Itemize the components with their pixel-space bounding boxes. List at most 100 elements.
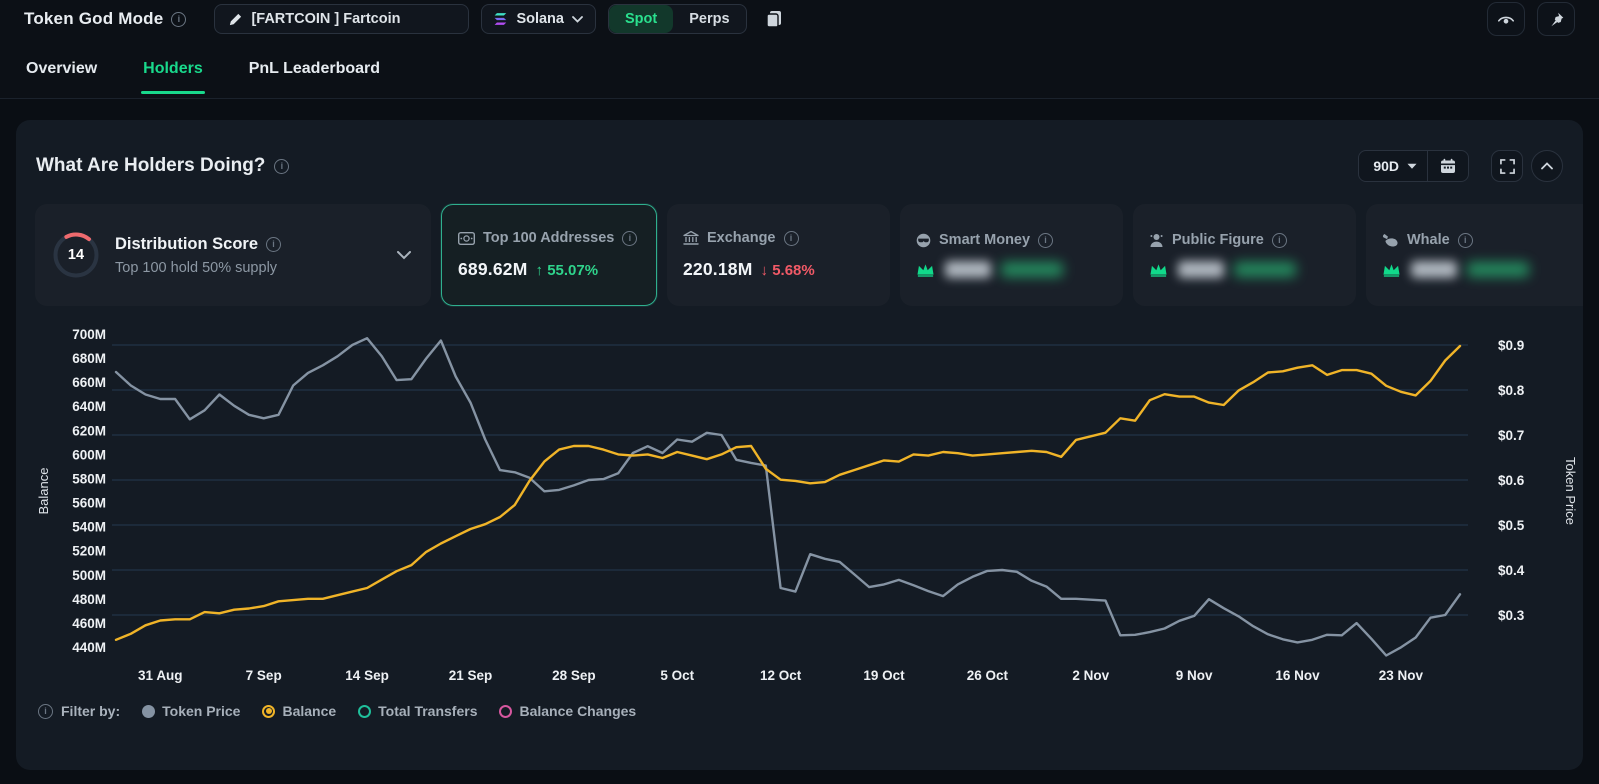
svg-text:$0.6: $0.6 xyxy=(1498,473,1525,488)
info-icon[interactable]: i xyxy=(274,159,289,174)
holders-chart-svg[interactable]: $0.9$0.8$0.7$0.6$0.5$0.4$0.3700M680M660M… xyxy=(32,314,1583,692)
chart-filter-legend: i Filter by: Token Price Balance Total T… xyxy=(32,703,1567,719)
blurred-value xyxy=(1178,261,1224,278)
info-icon[interactable]: i xyxy=(171,12,186,27)
market-type-switch: Spot Perps xyxy=(608,4,747,34)
token-field-value: [FARTCOIN ] Fartcoin xyxy=(251,11,400,27)
legend-item-balance-changes[interactable]: Balance Changes xyxy=(499,703,636,719)
svg-text:19 Oct: 19 Oct xyxy=(863,668,905,683)
eye-icon xyxy=(1497,12,1515,26)
watchlist-button[interactable] xyxy=(1487,2,1525,36)
svg-text:12 Oct: 12 Oct xyxy=(760,668,802,683)
collapse-button[interactable] xyxy=(1531,150,1563,182)
fullscreen-button[interactable] xyxy=(1491,150,1523,182)
holder-stat-cards: 14 Distribution Score i Top 100 hold 50%… xyxy=(32,204,1567,306)
distribution-score-value: 14 xyxy=(51,230,101,280)
calendar-button[interactable] xyxy=(1428,158,1468,174)
svg-text:660M: 660M xyxy=(72,375,106,390)
svg-text:460M: 460M xyxy=(72,616,106,631)
exchange-card[interactable]: Exchange i 220.18M ↓ 5.68% xyxy=(667,204,890,306)
bank-icon xyxy=(683,231,699,245)
info-icon[interactable]: i xyxy=(1038,233,1053,248)
timeframe-value: 90D xyxy=(1373,158,1399,174)
svg-text:640M: 640M xyxy=(72,399,106,414)
svg-text:$0.7: $0.7 xyxy=(1498,428,1524,443)
card-label: Smart Money xyxy=(939,232,1030,248)
copy-icon[interactable] xyxy=(759,4,789,34)
info-icon[interactable]: i xyxy=(784,231,799,246)
chevron-down-icon[interactable] xyxy=(397,251,411,260)
distribution-score-card[interactable]: 14 Distribution Score i Top 100 hold 50%… xyxy=(35,204,431,306)
tab-pnl-leaderboard[interactable]: PnL Leaderboard xyxy=(247,42,382,94)
svg-text:28 Sep: 28 Sep xyxy=(552,668,596,683)
tab-holders[interactable]: Holders xyxy=(141,42,205,94)
card-label: Public Figure xyxy=(1172,232,1264,248)
cash-icon xyxy=(458,232,475,245)
svg-text:$0.5: $0.5 xyxy=(1498,518,1525,533)
svg-text:26 Oct: 26 Oct xyxy=(967,668,1009,683)
blurred-change xyxy=(1234,262,1296,277)
blurred-value xyxy=(1411,261,1457,278)
chain-select[interactable]: Solana xyxy=(481,4,596,34)
card-change: ↑ 55.07% xyxy=(536,262,599,279)
crown-icon xyxy=(916,262,935,277)
token-search-field[interactable]: [FARTCOIN ] Fartcoin xyxy=(214,4,469,34)
distribution-score-gauge: 14 xyxy=(51,230,101,280)
legend-item-balance[interactable]: Balance xyxy=(262,703,336,719)
blurred-change xyxy=(1467,262,1529,277)
info-icon[interactable]: i xyxy=(266,237,281,252)
spot-tab[interactable]: Spot xyxy=(609,5,673,33)
perps-tab[interactable]: Perps xyxy=(673,5,745,33)
holders-chart[interactable]: $0.9$0.8$0.7$0.6$0.5$0.4$0.3700M680M660M… xyxy=(32,314,1567,697)
whale-icon xyxy=(1382,233,1399,247)
svg-text:480M: 480M xyxy=(72,592,106,607)
svg-text:$0.3: $0.3 xyxy=(1498,608,1525,623)
tab-overview[interactable]: Overview xyxy=(24,42,99,94)
svg-text:$0.8: $0.8 xyxy=(1498,383,1525,398)
svg-text:700M: 700M xyxy=(72,327,106,342)
pin-button[interactable] xyxy=(1537,2,1575,36)
whale-card[interactable]: Whale i xyxy=(1366,204,1583,306)
svg-text:$0.4: $0.4 xyxy=(1498,563,1525,578)
card-label: Exchange xyxy=(707,230,776,246)
info-icon[interactable]: i xyxy=(1272,233,1287,248)
public-figure-card[interactable]: Public Figure i xyxy=(1133,204,1356,306)
top-100-addresses-card[interactable]: Top 100 Addresses i 689.62M ↑ 55.07% xyxy=(441,204,657,306)
legend-item-token-price[interactable]: Token Price xyxy=(142,703,240,719)
public-figure-icon xyxy=(1149,233,1164,248)
info-icon[interactable]: i xyxy=(1458,233,1473,248)
chevron-down-icon xyxy=(572,16,583,23)
svg-text:9 Nov: 9 Nov xyxy=(1176,668,1213,683)
chain-select-value: Solana xyxy=(516,11,564,27)
section-tabs: Overview Holders PnL Leaderboard xyxy=(0,38,1599,99)
filter-by-label: i Filter by: xyxy=(38,703,120,719)
svg-text:500M: 500M xyxy=(72,568,106,583)
app-title: Token God Mode i xyxy=(24,9,186,29)
balance-changes-dot-icon xyxy=(499,705,512,718)
info-icon[interactable]: i xyxy=(622,231,637,246)
smart-money-card[interactable]: Smart Money i xyxy=(900,204,1123,306)
card-change: ↓ 5.68% xyxy=(761,262,815,279)
svg-text:31 Aug: 31 Aug xyxy=(138,668,183,683)
svg-text:520M: 520M xyxy=(72,544,106,559)
svg-text:$0.9: $0.9 xyxy=(1498,338,1524,353)
token-price-dot-icon xyxy=(142,705,155,718)
svg-text:620M: 620M xyxy=(72,423,106,438)
top-bar: Token God Mode i [FARTCOIN ] Fartcoin So… xyxy=(0,0,1599,38)
info-icon[interactable]: i xyxy=(38,704,53,719)
card-value: 220.18M xyxy=(683,259,753,280)
svg-text:5 Oct: 5 Oct xyxy=(660,668,694,683)
svg-text:7 Sep: 7 Sep xyxy=(246,668,282,683)
holders-panel: What Are Holders Doing? i 90D xyxy=(16,120,1583,770)
svg-text:16 Nov: 16 Nov xyxy=(1275,668,1320,683)
svg-text:600M: 600M xyxy=(72,447,106,462)
smart-money-icon xyxy=(916,233,931,248)
timeframe-select[interactable]: 90D xyxy=(1359,158,1427,174)
crown-icon xyxy=(1149,262,1168,277)
distribution-score-subtitle: Top 100 hold 50% supply xyxy=(115,260,383,276)
card-label: Top 100 Addresses xyxy=(483,230,614,246)
legend-item-total-transfers[interactable]: Total Transfers xyxy=(358,703,477,719)
svg-text:560M: 560M xyxy=(72,496,106,511)
panel-title: What Are Holders Doing? i xyxy=(36,155,289,177)
calendar-icon xyxy=(1440,158,1456,174)
